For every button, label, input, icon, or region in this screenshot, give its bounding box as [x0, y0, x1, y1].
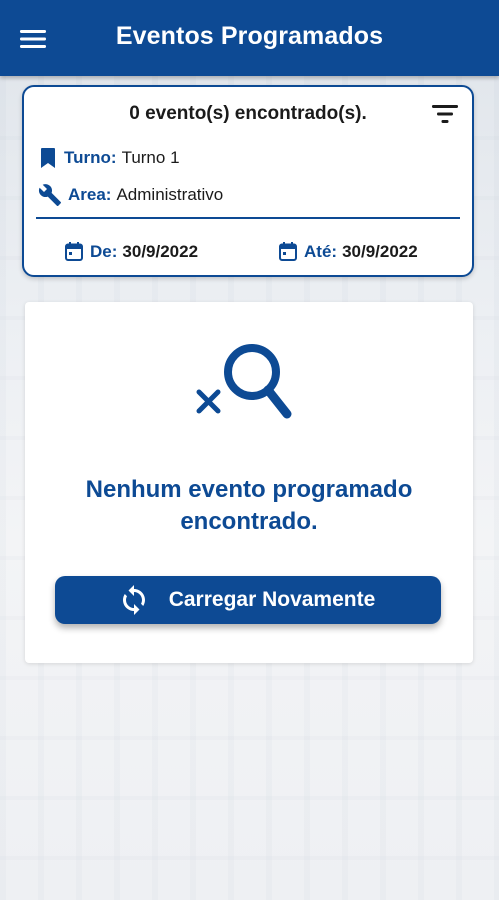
turno-row: Turno: Turno 1 — [38, 147, 180, 169]
turno-label: Turno: — [64, 148, 117, 167]
event-count-text: 0 evento(s) encontrado(s). — [129, 103, 367, 124]
empty-state-message: Nenhum evento programado encontrado. — [85, 476, 413, 535]
date-from-label: De: — [90, 241, 118, 261]
reload-button[interactable]: Carregar Novamente — [55, 576, 441, 624]
reload-button-label: Carregar Novamente — [168, 588, 376, 611]
filter-icon[interactable] — [430, 101, 460, 127]
area-label: Area: — [68, 185, 112, 204]
wrench-icon — [38, 184, 61, 206]
divider — [36, 217, 460, 219]
search-off-icon — [196, 344, 292, 419]
area-value: Administrativo — [116, 185, 224, 204]
bookmark-icon — [41, 148, 55, 168]
date-from-value: 30/9/2022 — [122, 241, 199, 261]
calendar-icon — [65, 242, 83, 261]
calendar-icon — [279, 242, 297, 261]
filter-summary-card: 0 evento(s) encontrado(s). Turno: Turno … — [22, 85, 474, 277]
turno-value: Turno 1 — [121, 148, 180, 167]
area-row: Area: Administrativo — [38, 183, 223, 207]
date-to-field[interactable]: Até: 30/9/2022 — [278, 241, 418, 262]
empty-state-card: Nenhum evento programado encontrado. Car… — [25, 302, 473, 663]
app-bar: Eventos Programados — [0, 0, 499, 76]
date-to-value: 30/9/2022 — [342, 241, 418, 261]
date-from-field[interactable]: De: 30/9/2022 — [64, 241, 198, 262]
page-title: Eventos Programados — [115, 22, 384, 50]
refresh-icon — [122, 585, 145, 615]
date-to-label: Até: — [304, 241, 338, 261]
